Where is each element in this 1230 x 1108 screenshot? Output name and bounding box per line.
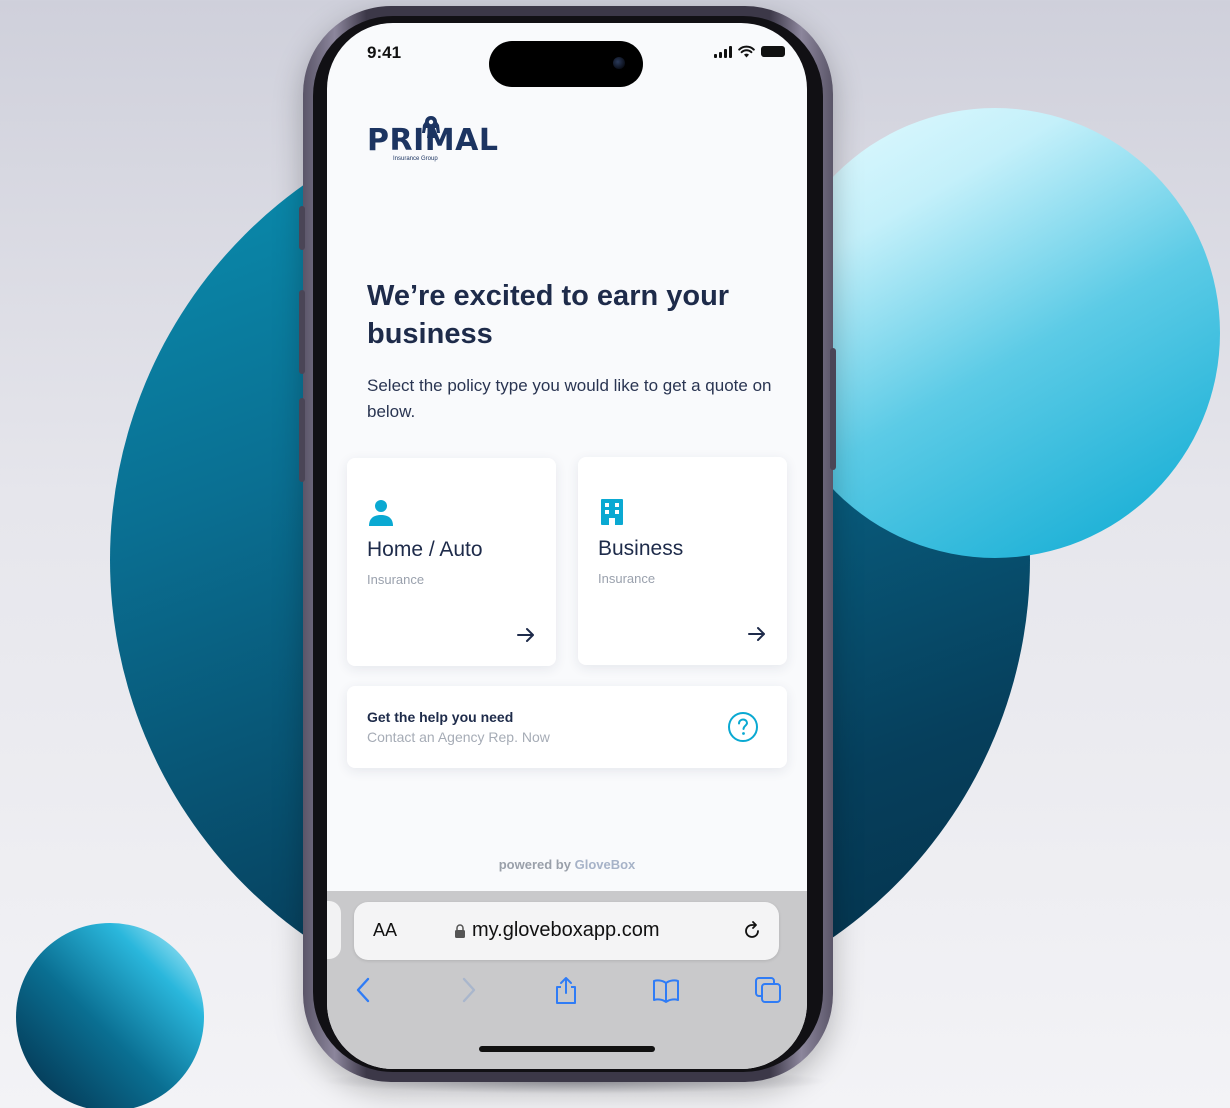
battery-icon: [761, 46, 785, 57]
page-title: We’re excited to earn your business: [367, 280, 730, 350]
browser-toolbar: [327, 975, 807, 1011]
business-card[interactable]: Business Insurance: [578, 457, 787, 665]
bookmarks-icon[interactable]: [651, 975, 681, 1005]
lock-icon: [455, 923, 465, 938]
background-circle-right: [770, 108, 1220, 558]
primal-logo: PRIMAL Insurance Group: [367, 116, 498, 162]
url-text: my.gloveboxapp.com: [472, 919, 660, 941]
signal-icon: [714, 45, 732, 58]
share-icon[interactable]: [551, 975, 581, 1005]
phone-screen: 9:41 PRIMAL Insurance Group We’re excite…: [327, 23, 807, 1069]
powered-by-brand[interactable]: GloveBox: [575, 857, 636, 872]
gorilla-icon: [422, 116, 440, 138]
powered-by: powered by GloveBox: [327, 857, 807, 872]
help-title: Get the help you need: [367, 709, 514, 725]
volume-up-button: [299, 290, 305, 374]
reload-icon[interactable]: [741, 920, 763, 942]
status-time: 9:41: [367, 43, 402, 62]
building-icon: [601, 499, 623, 525]
home-indicator[interactable]: [479, 1046, 655, 1052]
powered-by-prefix: powered by: [498, 857, 571, 872]
card-title: Business: [598, 537, 684, 560]
power-button: [830, 348, 836, 470]
mute-switch: [299, 206, 305, 250]
arrow-right-icon: [517, 628, 534, 642]
wifi-icon: [738, 45, 755, 58]
dynamic-island: [489, 41, 643, 87]
url-display[interactable]: my.gloveboxapp.com: [454, 919, 660, 942]
status-icons: [714, 45, 785, 58]
volume-down-button: [299, 398, 305, 482]
forward-icon[interactable]: [453, 975, 483, 1005]
person-icon: [369, 500, 393, 526]
arrow-right-icon: [748, 627, 765, 641]
question-circle-icon[interactable]: [727, 711, 759, 743]
tabs-icon[interactable]: [753, 975, 783, 1005]
card-subtitle: Insurance: [598, 571, 656, 586]
card-subtitle: Insurance: [367, 572, 425, 587]
page-subtitle: Select the policy type you would like to…: [367, 376, 772, 421]
camera-icon: [613, 57, 625, 69]
help-subtitle: Contact an Agency Rep. Now: [367, 729, 550, 745]
back-icon[interactable]: [349, 975, 379, 1005]
help-card[interactable]: Get the help you need Contact an Agency …: [347, 686, 787, 768]
card-title: Home / Auto: [367, 538, 483, 561]
browser-chrome: AA my.gloveboxapp.com: [327, 891, 807, 1069]
background-circle-small: [16, 923, 204, 1108]
text-size-button[interactable]: AA: [373, 920, 397, 941]
home-auto-card[interactable]: Home / Auto Insurance: [347, 458, 556, 666]
previous-tab-peek[interactable]: [327, 901, 341, 959]
address-bar[interactable]: AA my.gloveboxapp.com: [354, 902, 779, 960]
